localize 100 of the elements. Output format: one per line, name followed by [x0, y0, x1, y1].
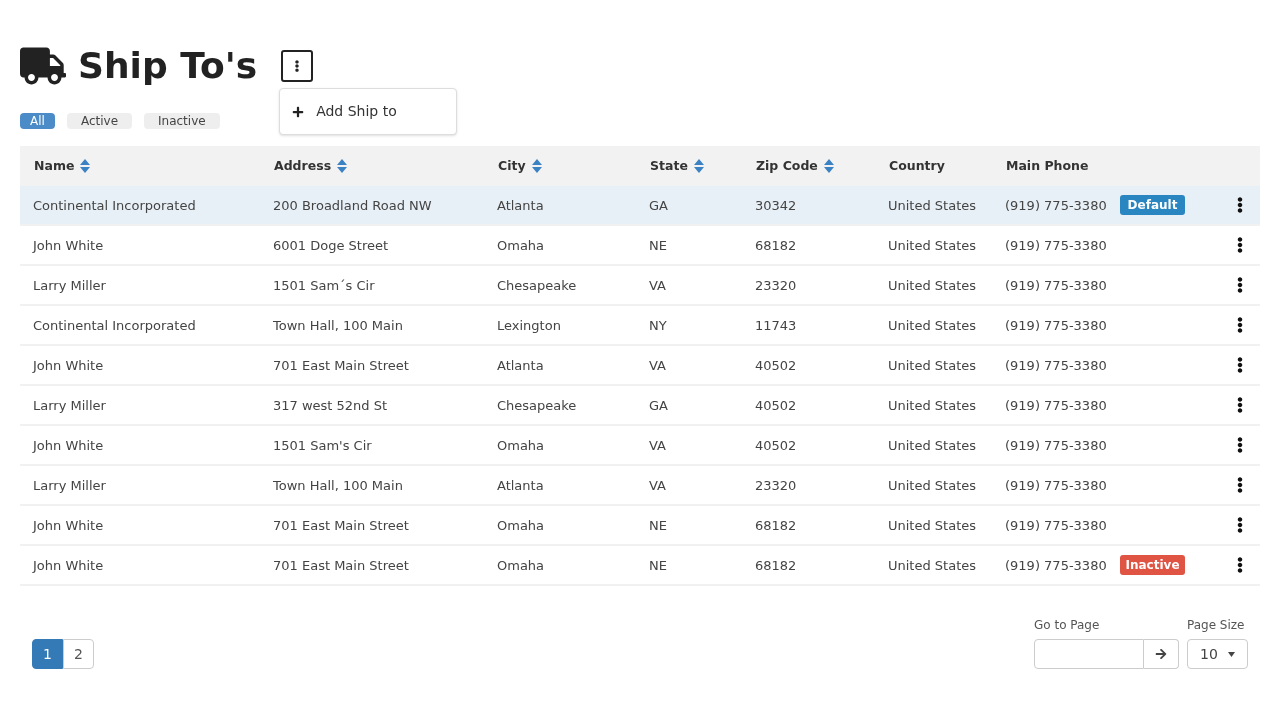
- page-size-label: Page Size: [1187, 617, 1246, 634]
- sort-icon[interactable]: [531, 159, 542, 173]
- sort-icon[interactable]: [693, 159, 704, 173]
- table-cell: Town Hall, 100 Main: [273, 478, 403, 493]
- table-row[interactable]: Continental Incorporated 200 Broadland Road NW Atlanta GA 30342 United States (919) 775-3380 Default: [20, 186, 1260, 226]
- table-cell: NY: [649, 318, 667, 333]
- table-cell: GA: [649, 198, 668, 213]
- table-cell: (919) 775-3380: [1005, 278, 1107, 293]
- table-cell: Lexington: [497, 318, 561, 333]
- table-cell: NE: [649, 518, 667, 533]
- table-cell: United States: [888, 358, 977, 373]
- table-cell: (919) 775-3380: [1005, 358, 1107, 373]
- table-cell: Continental Incorporated: [33, 198, 196, 213]
- status-badge: Inactive: [1120, 555, 1185, 575]
- table-cell: John White: [33, 238, 104, 253]
- table-cell: United States: [888, 318, 977, 333]
- table-cell: GA: [649, 398, 668, 413]
- page-button[interactable]: 1: [32, 639, 63, 669]
- table-cell: 40502: [755, 398, 797, 413]
- column-header: City: [498, 156, 526, 175]
- page-title: Ship To's: [78, 48, 258, 84]
- table-cell: 701 East Main Street: [273, 558, 409, 573]
- column-header: Address: [274, 156, 332, 175]
- table-cell: 1501 Sam's Cir: [273, 438, 372, 453]
- table-cell: John White: [33, 358, 104, 373]
- go-to-page-label: Go to Page: [1034, 617, 1101, 634]
- table-cell: 701 East Main Street: [273, 518, 409, 533]
- plus-icon: [292, 105, 305, 118]
- menu-item[interactable]: Add Ship to: [280, 97, 457, 126]
- sort-icon[interactable]: [80, 159, 91, 173]
- table-cell: 11743: [755, 318, 797, 333]
- table-cell: 200 Broadland Road NW: [273, 198, 432, 213]
- page-size-select[interactable]: 10: [1187, 639, 1248, 669]
- column-header: Main Phone: [1006, 156, 1089, 175]
- arrow-right-icon: [1155, 648, 1167, 660]
- table-cell: John White: [33, 518, 104, 533]
- filter-tab[interactable]: All: [20, 113, 55, 129]
- table-cell: Larry Miller: [33, 278, 106, 293]
- table-cell: Town Hall, 100 Main: [273, 318, 403, 333]
- table-cell: 6001 Doge Street: [273, 238, 389, 253]
- table-cell: Larry Miller: [33, 398, 106, 413]
- column-header: Name: [34, 156, 75, 175]
- table-cell: 68182: [755, 518, 797, 533]
- table-cell: (919) 775-3380: [1005, 398, 1107, 413]
- filter-tab[interactable]: Active: [66, 113, 132, 129]
- table-cell: 317 west 52nd St: [273, 398, 388, 413]
- table-cell: Omaha: [497, 558, 545, 573]
- table-cell: VA: [649, 438, 666, 453]
- table-cell: VA: [649, 478, 666, 493]
- table-cell: 40502: [755, 358, 797, 373]
- table-cell: John White: [33, 558, 104, 573]
- table-cell: United States: [888, 398, 977, 413]
- truck-icon: [20, 47, 66, 85]
- more-button[interactable]: [281, 50, 314, 82]
- table-cell: United States: [888, 238, 977, 253]
- table-cell: Larry Miller: [33, 478, 106, 493]
- table-cell: Continental Incorporated: [33, 318, 196, 333]
- table-cell: (919) 775-3380: [1005, 558, 1107, 573]
- table-cell: Omaha: [497, 438, 545, 453]
- sort-icon[interactable]: [823, 159, 834, 173]
- table-cell: (919) 775-3380: [1005, 198, 1107, 213]
- table-cell: 68182: [755, 558, 797, 573]
- page-input[interactable]: [1034, 639, 1144, 669]
- table-cell: United States: [888, 438, 977, 453]
- table-cell: (919) 775-3380: [1005, 478, 1107, 493]
- table-cell: United States: [888, 558, 977, 573]
- table-cell: John White: [33, 438, 104, 453]
- table-cell: NE: [649, 558, 667, 573]
- caret-icon: [1228, 651, 1235, 657]
- table-cell: (919) 775-3380: [1005, 518, 1107, 533]
- column-header: Zip Code: [756, 156, 818, 175]
- table-cell: United States: [888, 198, 977, 213]
- table-cell: (919) 775-3380: [1005, 238, 1107, 253]
- sort-icon[interactable]: [337, 159, 348, 173]
- table-cell: VA: [649, 278, 666, 293]
- table-cell: 23320: [755, 278, 797, 293]
- table-cell: Omaha: [497, 518, 545, 533]
- column-header: Country: [889, 156, 945, 175]
- table-cell: 1501 Sam´s Cir: [273, 278, 375, 293]
- table-cell: Atlanta: [497, 478, 544, 493]
- table-cell: (919) 775-3380: [1005, 318, 1107, 333]
- table-cell: NE: [649, 238, 667, 253]
- table-cell: Omaha: [497, 238, 545, 253]
- page-button[interactable]: 2: [63, 639, 94, 669]
- table-cell: United States: [888, 278, 977, 293]
- table-cell: 30342: [755, 198, 797, 213]
- table-cell: Atlanta: [497, 358, 544, 373]
- filter-tab[interactable]: Inactive: [144, 113, 220, 129]
- table-cell: 68182: [755, 238, 797, 253]
- table-cell: 40502: [755, 438, 797, 453]
- table-cell: United States: [888, 478, 977, 493]
- table-cell: 23320: [755, 478, 797, 493]
- go-button[interactable]: [1144, 639, 1179, 669]
- table-cell: Chesapeake: [497, 278, 577, 293]
- column-header: State: [650, 156, 688, 175]
- table-cell: Atlanta: [497, 198, 544, 213]
- table-cell: (919) 775-3380: [1005, 438, 1107, 453]
- table-cell: VA: [649, 358, 666, 373]
- table-cell: 701 East Main Street: [273, 358, 409, 373]
- status-badge: Default: [1120, 195, 1185, 215]
